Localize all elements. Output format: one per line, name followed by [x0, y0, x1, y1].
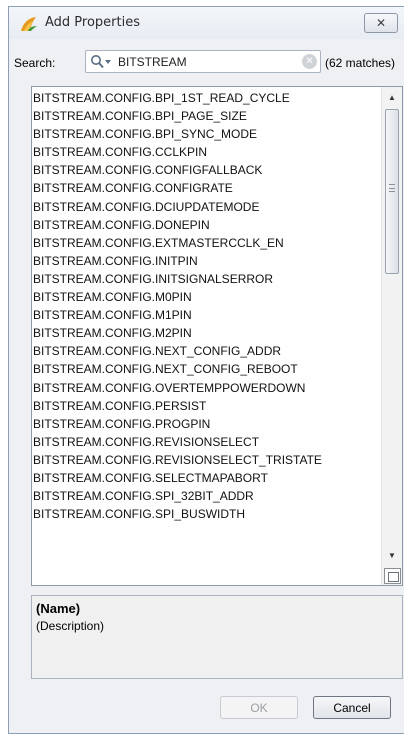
property-name: (Name)	[36, 601, 81, 616]
expand-corner-icon[interactable]	[384, 568, 401, 584]
list-item[interactable]: BITSTREAM.CONFIG.M1PIN	[32, 306, 382, 324]
list-item[interactable]: BITSTREAM.CONFIG.SELECTMAPABORT	[32, 469, 382, 487]
list-item[interactable]: BITSTREAM.CONFIG.BPI_PAGE_SIZE	[32, 107, 382, 125]
property-list[interactable]: BITSTREAM.CONFIG.BPI_1ST_READ_CYCLE BITST…	[31, 86, 403, 586]
close-button[interactable]: ✕	[364, 13, 398, 33]
list-item[interactable]: BITSTREAM.CONFIG.NEXT_CONFIG_REBOOT	[32, 360, 382, 378]
list-item[interactable]: BITSTREAM.CONFIG.BPI_1ST_READ_CYCLE	[32, 89, 382, 107]
list-item[interactable]: BITSTREAM.CONFIG.DCIUPDATEMODE	[32, 198, 382, 216]
list-item[interactable]: BITSTREAM.CONFIG.OVERTEMPPOWERDOWN	[32, 379, 382, 397]
search-label: Search:	[14, 56, 56, 70]
list-item[interactable]: BITSTREAM.CONFIG.PROGPIN	[32, 415, 382, 433]
list-item[interactable]: BITSTREAM.CONFIG.REVISIONSELECT_TRISTATE	[32, 451, 382, 469]
list-item[interactable]: BITSTREAM.CONFIG.CCLKPIN	[32, 143, 382, 161]
cancel-button[interactable]: Cancel	[313, 696, 391, 719]
list-item[interactable]: BITSTREAM.CONFIG.INITPIN	[32, 252, 382, 270]
description-panel: (Name) (Description)	[31, 595, 403, 679]
vertical-scrollbar[interactable]: ▲ ▼	[381, 87, 402, 585]
list-item[interactable]: BITSTREAM.CONFIG.CONFIGRATE	[32, 179, 382, 197]
list-item[interactable]: BITSTREAM.CONFIG.EXTMASTERCCLK_EN	[32, 234, 382, 252]
list-item[interactable]: BITSTREAM.CONFIG.NEXT_CONFIG_ADDR	[32, 342, 382, 360]
list-item[interactable]: BITSTREAM.CONFIG.DONEPIN	[32, 216, 382, 234]
list-item[interactable]: BITSTREAM.CONFIG.INITSIGNALSERROR	[32, 270, 382, 288]
list-item[interactable]: BITSTREAM.CONFIG.BPI_SYNC_MODE	[32, 125, 382, 143]
ok-button[interactable]: OK	[220, 696, 298, 719]
search-box[interactable]: ✕	[85, 50, 321, 73]
list-item[interactable]: BITSTREAM.CONFIG.M2PIN	[32, 324, 382, 342]
close-icon: ✕	[375, 16, 387, 30]
clear-icon[interactable]: ✕	[302, 54, 317, 69]
list-item[interactable]: BITSTREAM.CONFIG.PERSIST	[32, 397, 382, 415]
scroll-thumb[interactable]	[385, 109, 399, 274]
vivado-leaf-icon	[21, 17, 37, 31]
list-item[interactable]: BITSTREAM.CONFIG.M0PIN	[32, 288, 382, 306]
list-item[interactable]: BITSTREAM.CONFIG.REVISIONSELECT	[32, 433, 382, 451]
add-properties-dialog: Add Properties ✕ Search: ✕ (62 matches) …	[8, 6, 404, 734]
title-bar[interactable]: Add Properties ✕	[9, 7, 404, 39]
property-list-items: BITSTREAM.CONFIG.BPI_1ST_READ_CYCLE BITST…	[32, 87, 382, 585]
scroll-up-icon[interactable]: ▲	[382, 89, 402, 107]
list-item[interactable]: BITSTREAM.CONFIG.SPI_32BIT_ADDR	[32, 487, 382, 505]
search-dropdown-icon[interactable]	[90, 54, 116, 70]
match-count: (62 matches)	[325, 56, 396, 70]
scroll-grip-icon	[389, 184, 395, 192]
property-description: (Description)	[36, 619, 105, 633]
list-item[interactable]: BITSTREAM.CONFIG.CONFIGFALLBACK	[32, 161, 382, 179]
list-item[interactable]: BITSTREAM.CONFIG.SPI_BUSWIDTH	[32, 505, 382, 523]
scroll-down-icon[interactable]: ▼	[382, 547, 402, 565]
search-input[interactable]	[118, 52, 293, 71]
dialog-title: Add Properties	[45, 15, 140, 30]
